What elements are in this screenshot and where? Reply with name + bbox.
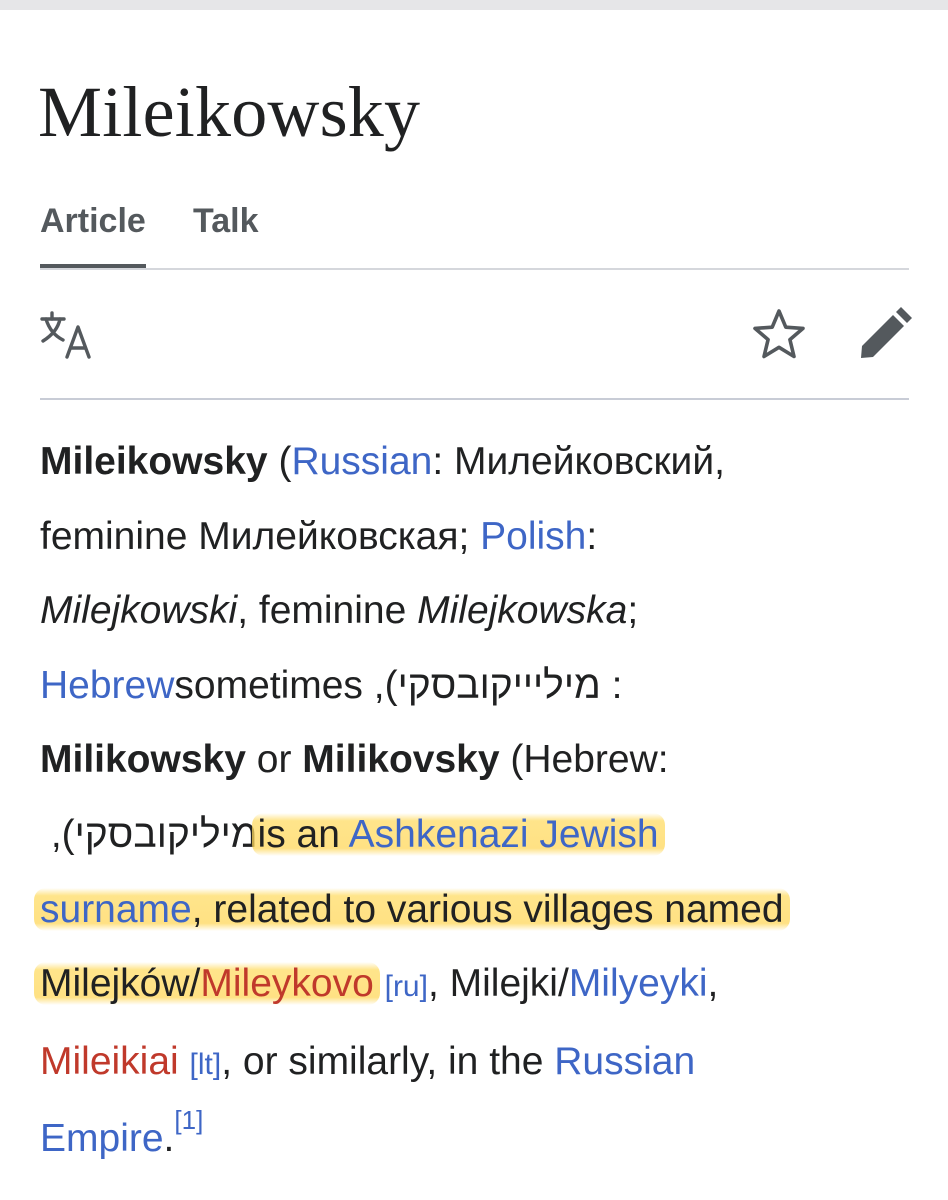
text-run: , Milejki/ (427, 962, 569, 1006)
star-icon[interactable] (752, 308, 806, 360)
article-body: Mileikowsky (Russian: Милейковский, femi… (34, 425, 920, 1177)
tab-article[interactable]: Article (40, 198, 146, 268)
link-polish[interactable]: Polish (480, 515, 586, 558)
text-run: (Hebrew: (499, 738, 669, 782)
bold-term: Mileikowsky (40, 440, 268, 483)
italic-term: Milejkowska (417, 589, 628, 633)
text-run: , related to various villages named (191, 887, 784, 931)
interlanguage-link-ru[interactable]: [ru] (385, 970, 428, 1003)
text-line: Mileikowsky (Russian: Милейковский, (40, 425, 920, 500)
text-line: Mileikiai [lt], or similarly, in the Rus… (40, 1025, 920, 1103)
text-run (374, 962, 385, 1005)
page-title: Mileikowsky (38, 72, 421, 152)
text-line: Hebrew: מיליייקובסקי), sometimes (40, 649, 920, 724)
text-run: ; (627, 589, 639, 633)
language-icon[interactable] (40, 310, 94, 360)
text-run: Milejków/ (40, 962, 201, 1006)
text-run: : (586, 514, 598, 558)
text-run: מיליקובסקי), (40, 812, 258, 856)
text-line: Milikowsky or Milikovsky (Hebrew: (40, 723, 920, 798)
link-ashkenazi-jewish[interactable]: Ashkenazi Jewish (349, 813, 659, 856)
text-run: , or similarly, in the (221, 1039, 555, 1083)
bold-term: Milikovsky (302, 738, 500, 782)
reference-link-1[interactable]: [1] (174, 1105, 203, 1135)
text-line: surname, related to various villages nam… (34, 873, 920, 948)
highlight: Milejków/Mileykovo (34, 962, 380, 1006)
text-line: feminine Милейковская; Polish: (40, 500, 920, 575)
text-run: or (245, 738, 303, 782)
tab-talk[interactable]: Talk (193, 198, 259, 266)
italic-term: Milejkowski (40, 589, 238, 633)
text-line: Milejkowski, feminine Milejkowska; (40, 574, 920, 649)
text-line: מיליקובסקי), is an Ashkenazi Jewish (40, 798, 920, 873)
link-milyeyki[interactable]: Milyeyki (569, 962, 708, 1005)
page-actions-toolbar (40, 298, 912, 400)
text-run: ( (267, 440, 292, 483)
text-run: is an (257, 812, 349, 856)
text-run: , (707, 962, 719, 1006)
text-run (179, 1040, 190, 1083)
page-tabs: Article Talk (40, 198, 909, 270)
text-line: Milejków/Mileykovo [ru], Milejki/Milyeyk… (34, 947, 920, 1025)
text-line: Empire.[1] (40, 1102, 920, 1177)
link-russian[interactable]: Russian (291, 440, 432, 483)
link-russian-empire-cont[interactable]: Empire (40, 1117, 164, 1160)
interlanguage-link-lt[interactable]: [lt] (190, 1048, 222, 1081)
text-run: . (163, 1117, 175, 1161)
bold-term: Milikowsky (40, 738, 246, 782)
text-run: feminine Милейковская; (40, 514, 481, 558)
edit-pencil-icon[interactable] (858, 307, 912, 361)
link-surname[interactable]: surname (40, 888, 192, 931)
text-run: , feminine (237, 589, 418, 633)
link-hebrew[interactable]: Hebrew (40, 664, 174, 707)
highlight: is an Ashkenazi Jewish (251, 812, 665, 856)
link-russian-empire[interactable]: Russian (554, 1040, 695, 1083)
text-run: : מיליייקובסקי), sometimes (174, 663, 623, 707)
lead-paragraph: Mileikowsky (Russian: Милейковский, femi… (34, 425, 920, 1177)
redlink-mileikiai[interactable]: Mileikiai (40, 1040, 179, 1083)
text-run: : Милейковский, (432, 440, 725, 483)
highlight: surname, related to various villages nam… (34, 887, 790, 931)
top-edge-bar (0, 0, 948, 10)
redlink-mileykovo[interactable]: Mileykovo (200, 962, 373, 1005)
